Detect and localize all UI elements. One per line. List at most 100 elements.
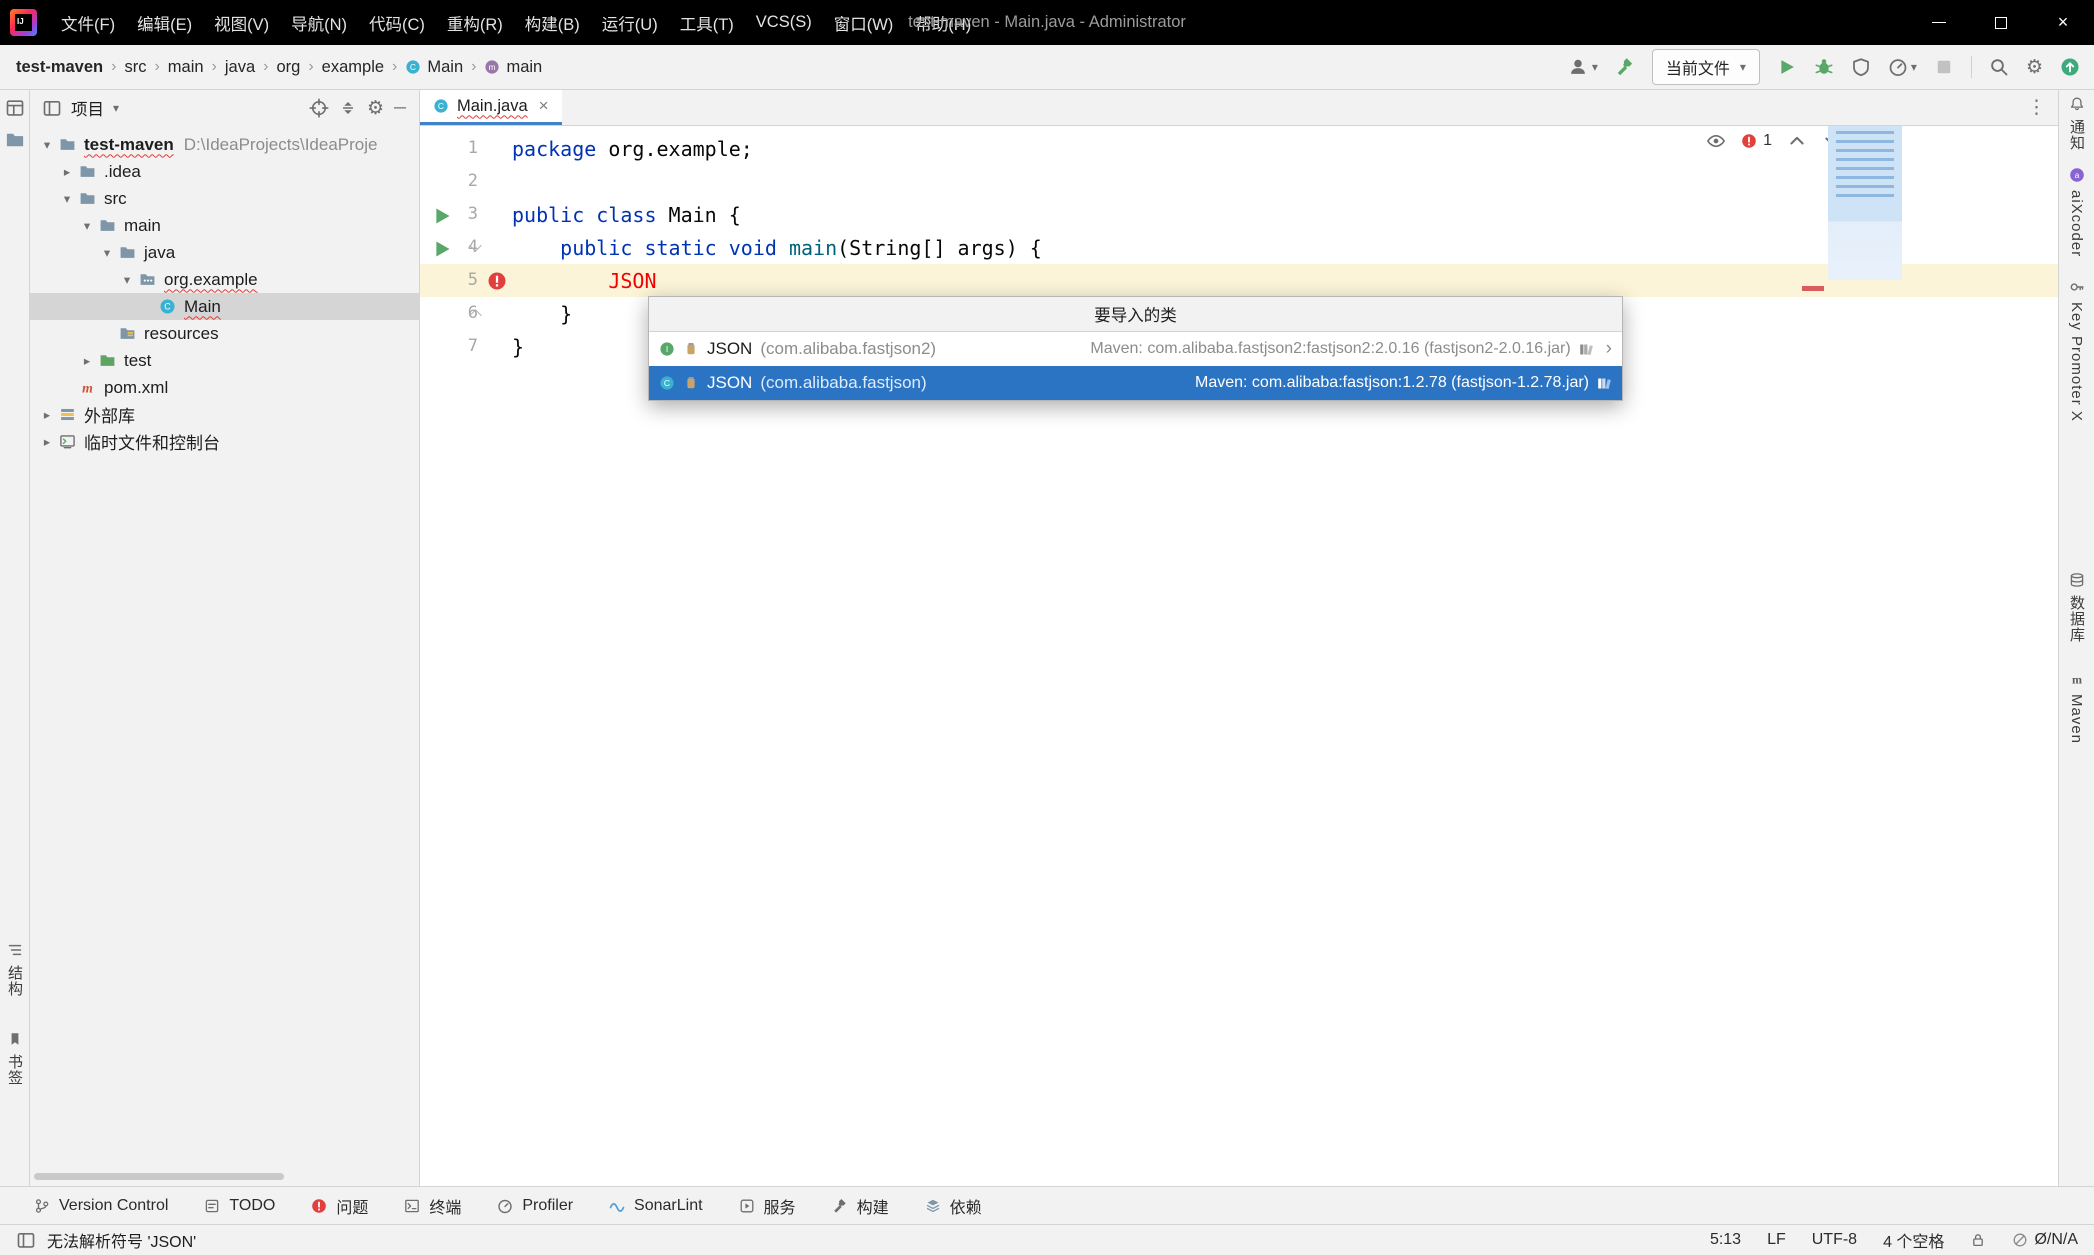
toolwindow-switch-icon[interactable]: [5, 98, 25, 118]
horizontal-scrollbar[interactable]: [34, 1173, 284, 1180]
menu-item[interactable]: 重构(R): [436, 0, 514, 45]
status-item[interactable]: [1970, 1232, 1986, 1248]
code-editor[interactable]: 1 1package org.example;23public class Ma…: [420, 126, 2058, 1186]
run-button[interactable]: [1777, 57, 1797, 77]
user-icon[interactable]: [1568, 57, 1588, 77]
chevron-down-icon[interactable]: ▾: [76, 218, 98, 233]
chevron-down-icon[interactable]: ▾: [96, 245, 118, 260]
menu-item[interactable]: VCS(S): [745, 0, 823, 45]
code-line[interactable]: 3public class Main {: [420, 198, 2058, 231]
menu-item[interactable]: 代码(C): [358, 0, 436, 45]
close-icon[interactable]: ×: [539, 96, 549, 116]
build-project-button[interactable]: [1615, 57, 1635, 77]
breadcrumb-item[interactable]: main: [168, 58, 204, 77]
project-panel-title[interactable]: 项目: [71, 96, 104, 120]
tree-item[interactable]: CMain: [30, 293, 419, 320]
debug-button[interactable]: [1814, 57, 1834, 77]
tree-item[interactable]: ▸临时文件和控制台: [30, 428, 419, 455]
highlight-level-icon[interactable]: [1706, 131, 1726, 151]
error-gutter-icon[interactable]: [487, 271, 507, 291]
toolwindow-button[interactable]: 结构: [4, 942, 25, 997]
toolwindow-button[interactable]: 问题: [311, 1194, 368, 1218]
chevron-right-icon[interactable]: ▸: [76, 353, 98, 368]
toolwindow-button[interactable]: TODO: [204, 1197, 275, 1215]
menu-item[interactable]: 工具(T): [669, 0, 745, 45]
run-configuration-select[interactable]: 当前文件 ▾: [1652, 49, 1760, 85]
tree-item[interactable]: ▾java: [30, 239, 419, 266]
profiler-button[interactable]: [1888, 57, 1908, 77]
menu-item[interactable]: 运行(U): [591, 0, 669, 45]
chevron-right-icon[interactable]: ▸: [56, 164, 78, 179]
project-stripe-icon[interactable]: [5, 130, 25, 150]
tree-item[interactable]: ▾org.example: [30, 266, 419, 293]
toolwindow-button[interactable]: 通知: [2066, 96, 2087, 151]
toolwindow-button[interactable]: SonarLint: [609, 1197, 703, 1215]
toolwindow-button[interactable]: 书签: [4, 1031, 25, 1086]
breadcrumb-item[interactable]: CMain: [405, 58, 463, 77]
toolwindow-button[interactable]: Key Promoter X: [2068, 279, 2085, 422]
popup-item[interactable]: CJSON(com.alibaba.fastjson)Maven: com.al…: [649, 366, 1622, 400]
code-line[interactable]: 4 public static void main(String[] args)…: [420, 231, 2058, 264]
toolwindow-toggle-icon[interactable]: [16, 1230, 36, 1250]
breadcrumb-item[interactable]: test-maven: [16, 58, 103, 77]
menu-item[interactable]: 编辑(E): [126, 0, 203, 45]
tree-item[interactable]: resources: [30, 320, 419, 347]
toolwindow-button[interactable]: 数据库: [2066, 572, 2087, 643]
menu-item[interactable]: 构建(B): [514, 0, 591, 45]
chevron-right-icon[interactable]: ▸: [36, 434, 58, 449]
tree-item[interactable]: ▸.idea: [30, 158, 419, 185]
breadcrumb-item[interactable]: example: [322, 58, 384, 77]
tree-item[interactable]: ▾main: [30, 212, 419, 239]
breadcrumb-item[interactable]: mmain: [484, 58, 542, 77]
toolwindow-button[interactable]: 服务: [739, 1194, 796, 1218]
hide-panel-button[interactable]: ─: [393, 98, 407, 118]
chevron-right-icon[interactable]: ›: [1606, 338, 1612, 360]
toolwindow-button[interactable]: aaiXcoder: [2068, 167, 2085, 257]
collapse-all-button[interactable]: [338, 98, 358, 118]
breadcrumb-item[interactable]: src: [124, 58, 146, 77]
toolwindow-button[interactable]: 构建: [832, 1194, 889, 1218]
error-count-badge[interactable]: 1: [1741, 132, 1772, 150]
panel-settings-button[interactable]: ⚙: [367, 98, 384, 118]
select-opened-file-button[interactable]: [309, 98, 329, 118]
close-button[interactable]: ×: [2032, 0, 2094, 45]
run-gutter-icon[interactable]: [432, 206, 452, 226]
tab-options-icon[interactable]: ⋮: [2015, 90, 2058, 125]
status-item[interactable]: UTF-8: [1812, 1231, 1857, 1249]
status-item[interactable]: 4 个空格: [1883, 1228, 1944, 1252]
status-item[interactable]: Ø/N/A: [2012, 1231, 2078, 1249]
chevron-down-icon[interactable]: ▾: [1911, 60, 1917, 74]
tree-item[interactable]: ▸外部库: [30, 401, 419, 428]
tree-item[interactable]: ▾src: [30, 185, 419, 212]
tree-item[interactable]: ▸test: [30, 347, 419, 374]
chevron-right-icon[interactable]: ▸: [36, 407, 58, 422]
toolwindow-button[interactable]: 终端: [404, 1194, 461, 1218]
maximize-button[interactable]: [1970, 0, 2032, 45]
toolwindow-button[interactable]: Profiler: [497, 1197, 573, 1215]
chevron-down-icon[interactable]: ▾: [1592, 60, 1598, 74]
status-item[interactable]: LF: [1767, 1231, 1786, 1249]
menu-item[interactable]: 视图(V): [203, 0, 280, 45]
tree-item[interactable]: ▾test-mavenD:\IdeaProjects\IdeaProje: [30, 131, 419, 158]
tree-item[interactable]: mpom.xml: [30, 374, 419, 401]
code-minimap[interactable]: [1828, 126, 1902, 280]
popup-item[interactable]: IJSON(com.alibaba.fastjson2)Maven: com.a…: [649, 332, 1622, 366]
menu-item[interactable]: 窗口(W): [823, 0, 905, 45]
coverage-button[interactable]: [1851, 57, 1871, 77]
toolwindow-button[interactable]: Version Control: [34, 1197, 168, 1215]
stop-button[interactable]: [1934, 57, 1954, 77]
toolwindow-button[interactable]: mMaven: [2068, 671, 2085, 744]
run-gutter-icon[interactable]: [432, 239, 452, 259]
settings-button[interactable]: ⚙: [2026, 57, 2043, 77]
code-line[interactable]: 5 JSON: [420, 264, 2058, 297]
chevron-down-icon[interactable]: ▾: [36, 137, 58, 152]
toolwindow-button[interactable]: 依赖: [925, 1194, 982, 1218]
chevron-down-icon[interactable]: ▾: [116, 272, 138, 287]
search-everywhere-button[interactable]: [1989, 57, 2009, 77]
menu-item[interactable]: 文件(F): [50, 0, 126, 45]
menu-item[interactable]: 导航(N): [280, 0, 358, 45]
breadcrumb-item[interactable]: java: [225, 58, 255, 77]
chevron-down-icon[interactable]: ▾: [56, 191, 78, 206]
status-item[interactable]: 5:13: [1710, 1231, 1741, 1249]
previous-error-icon[interactable]: [1787, 131, 1807, 151]
